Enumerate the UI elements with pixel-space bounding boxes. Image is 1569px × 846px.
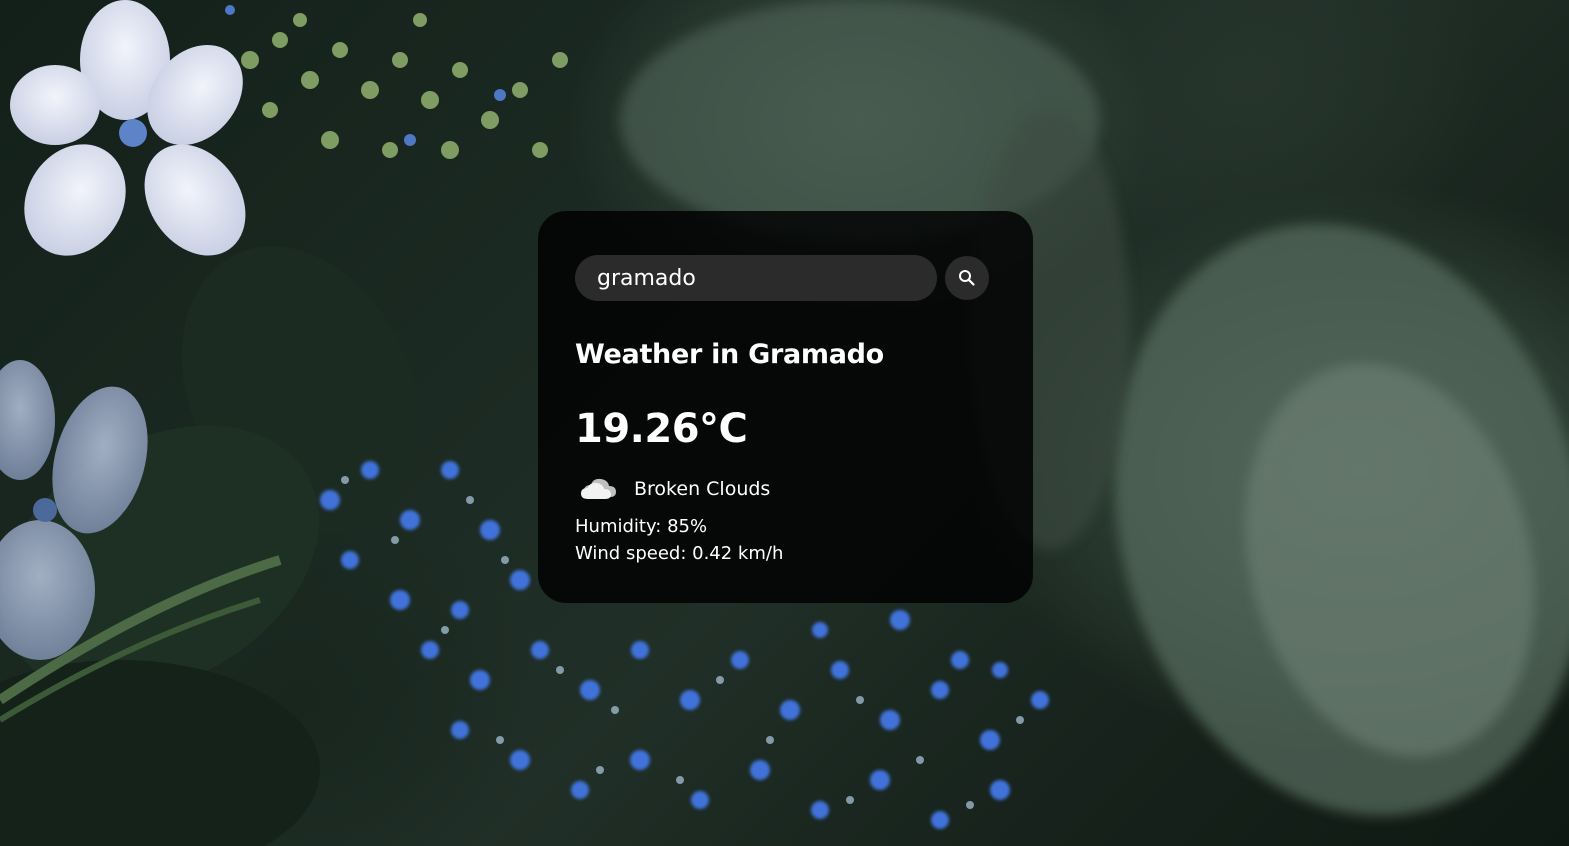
condition-text: Broken Clouds	[634, 478, 771, 500]
city-title: Weather in Gramado	[575, 339, 884, 370]
wind-speed-text: Wind speed: 0.42 km/h	[575, 543, 784, 564]
search-button[interactable]	[945, 256, 989, 300]
search-bar	[575, 255, 996, 301]
search-icon	[959, 270, 975, 286]
humidity-text: Humidity: 85%	[575, 516, 708, 537]
temperature: 19.26°C	[575, 406, 748, 452]
broken-clouds-icon	[577, 469, 623, 509]
condition-row: Broken Clouds	[575, 469, 996, 509]
search-input[interactable]	[575, 255, 937, 301]
weather-card: Weather in Gramado 19.26°C Broken Clouds…	[538, 211, 1033, 603]
